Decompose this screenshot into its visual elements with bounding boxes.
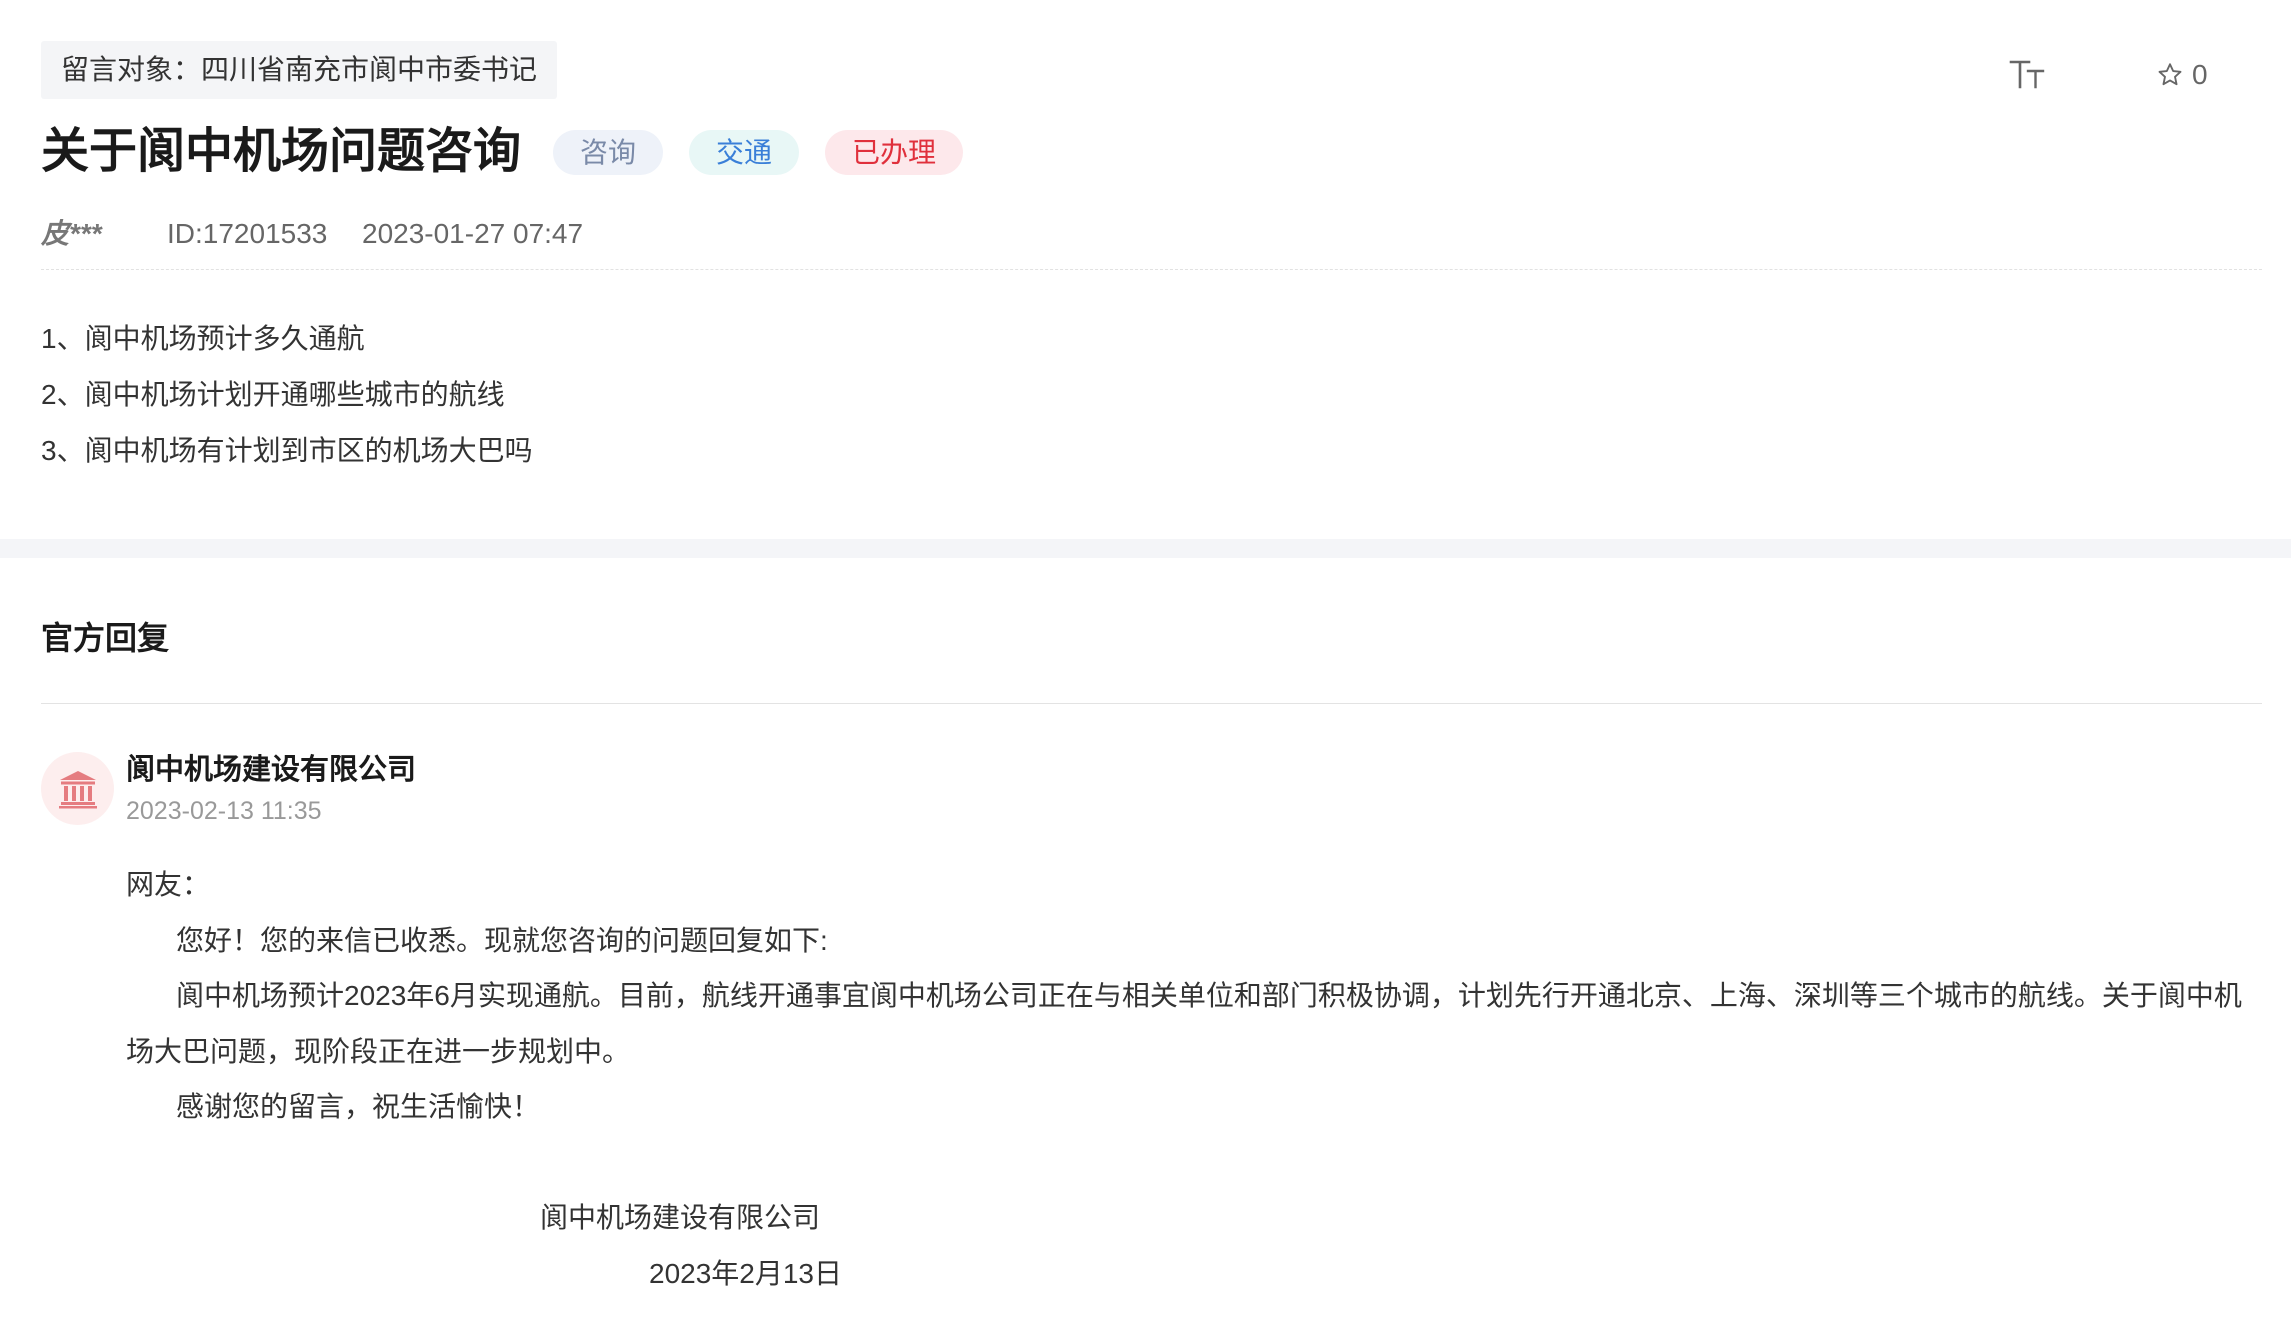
section-separator [0, 539, 2291, 558]
signature-organization: 阆中机场建设有限公司 [540, 1202, 821, 1233]
message-id: ID:17201533 [167, 218, 328, 249]
reply-greeting: 网友： [126, 869, 211, 900]
avatar [41, 752, 114, 825]
divider [41, 703, 2262, 704]
star-outline-icon [2158, 63, 2182, 86]
favorite-count: 0 [2192, 59, 2208, 90]
favorite-button[interactable]: 0 [2156, 55, 2208, 95]
page-title: 关于阆中机场问题咨询 [41, 125, 522, 178]
content-line: 2、阆中机场计划开通哪些城市的航线 [41, 379, 505, 410]
reply-organization: 阆中机场建设有限公司 [126, 754, 417, 786]
reply-section-title: 官方回复 [41, 620, 170, 656]
content-line: 1、阆中机场预计多久通航 [41, 323, 365, 354]
title-row: 关于阆中机场问题咨询 咨询 交通 已办理 [41, 120, 964, 184]
signature-date: 2023年2月13日 [649, 1257, 843, 1289]
bank-icon [58, 770, 97, 808]
status-badge: 已办理 [825, 129, 964, 175]
reply-body: 网友： 您好！您的来信已收悉。现就您咨询的问题回复如下: 阆中机场预计2023年… [126, 857, 2262, 1301]
reply-paragraph: 感谢您的留言，祝生活愉快！ [176, 1091, 541, 1122]
font-size-button[interactable] [2008, 54, 2048, 94]
message-time: 2023-01-27 07:47 [362, 218, 584, 249]
font-size-icon [2009, 60, 2045, 89]
reply-paragraph: 您好！您的来信已收悉。现就您咨询的问题回复如下: [176, 924, 828, 956]
tag-field: 交通 [689, 129, 800, 175]
reply-time: 2023-02-13 11:35 [126, 797, 322, 825]
tag-category: 咨询 [553, 129, 664, 175]
reply-paragraph: 阆中机场预计2023年6月实现通航。目前，航线开通事宜阆中机场公司正在与相关单位… [126, 980, 2242, 1067]
message-content: 1、阆中机场预计多久通航 2、阆中机场计划开通哪些城市的航线 3、阆中机场有计划… [41, 311, 533, 479]
dashed-divider [41, 269, 2262, 270]
message-target: 留言对象：四川省南充市阆中市委书记 [41, 41, 558, 99]
message-author: 皮*** [41, 218, 102, 249]
content-line: 3、阆中机场有计划到市区的机场大巴吗 [41, 435, 533, 466]
